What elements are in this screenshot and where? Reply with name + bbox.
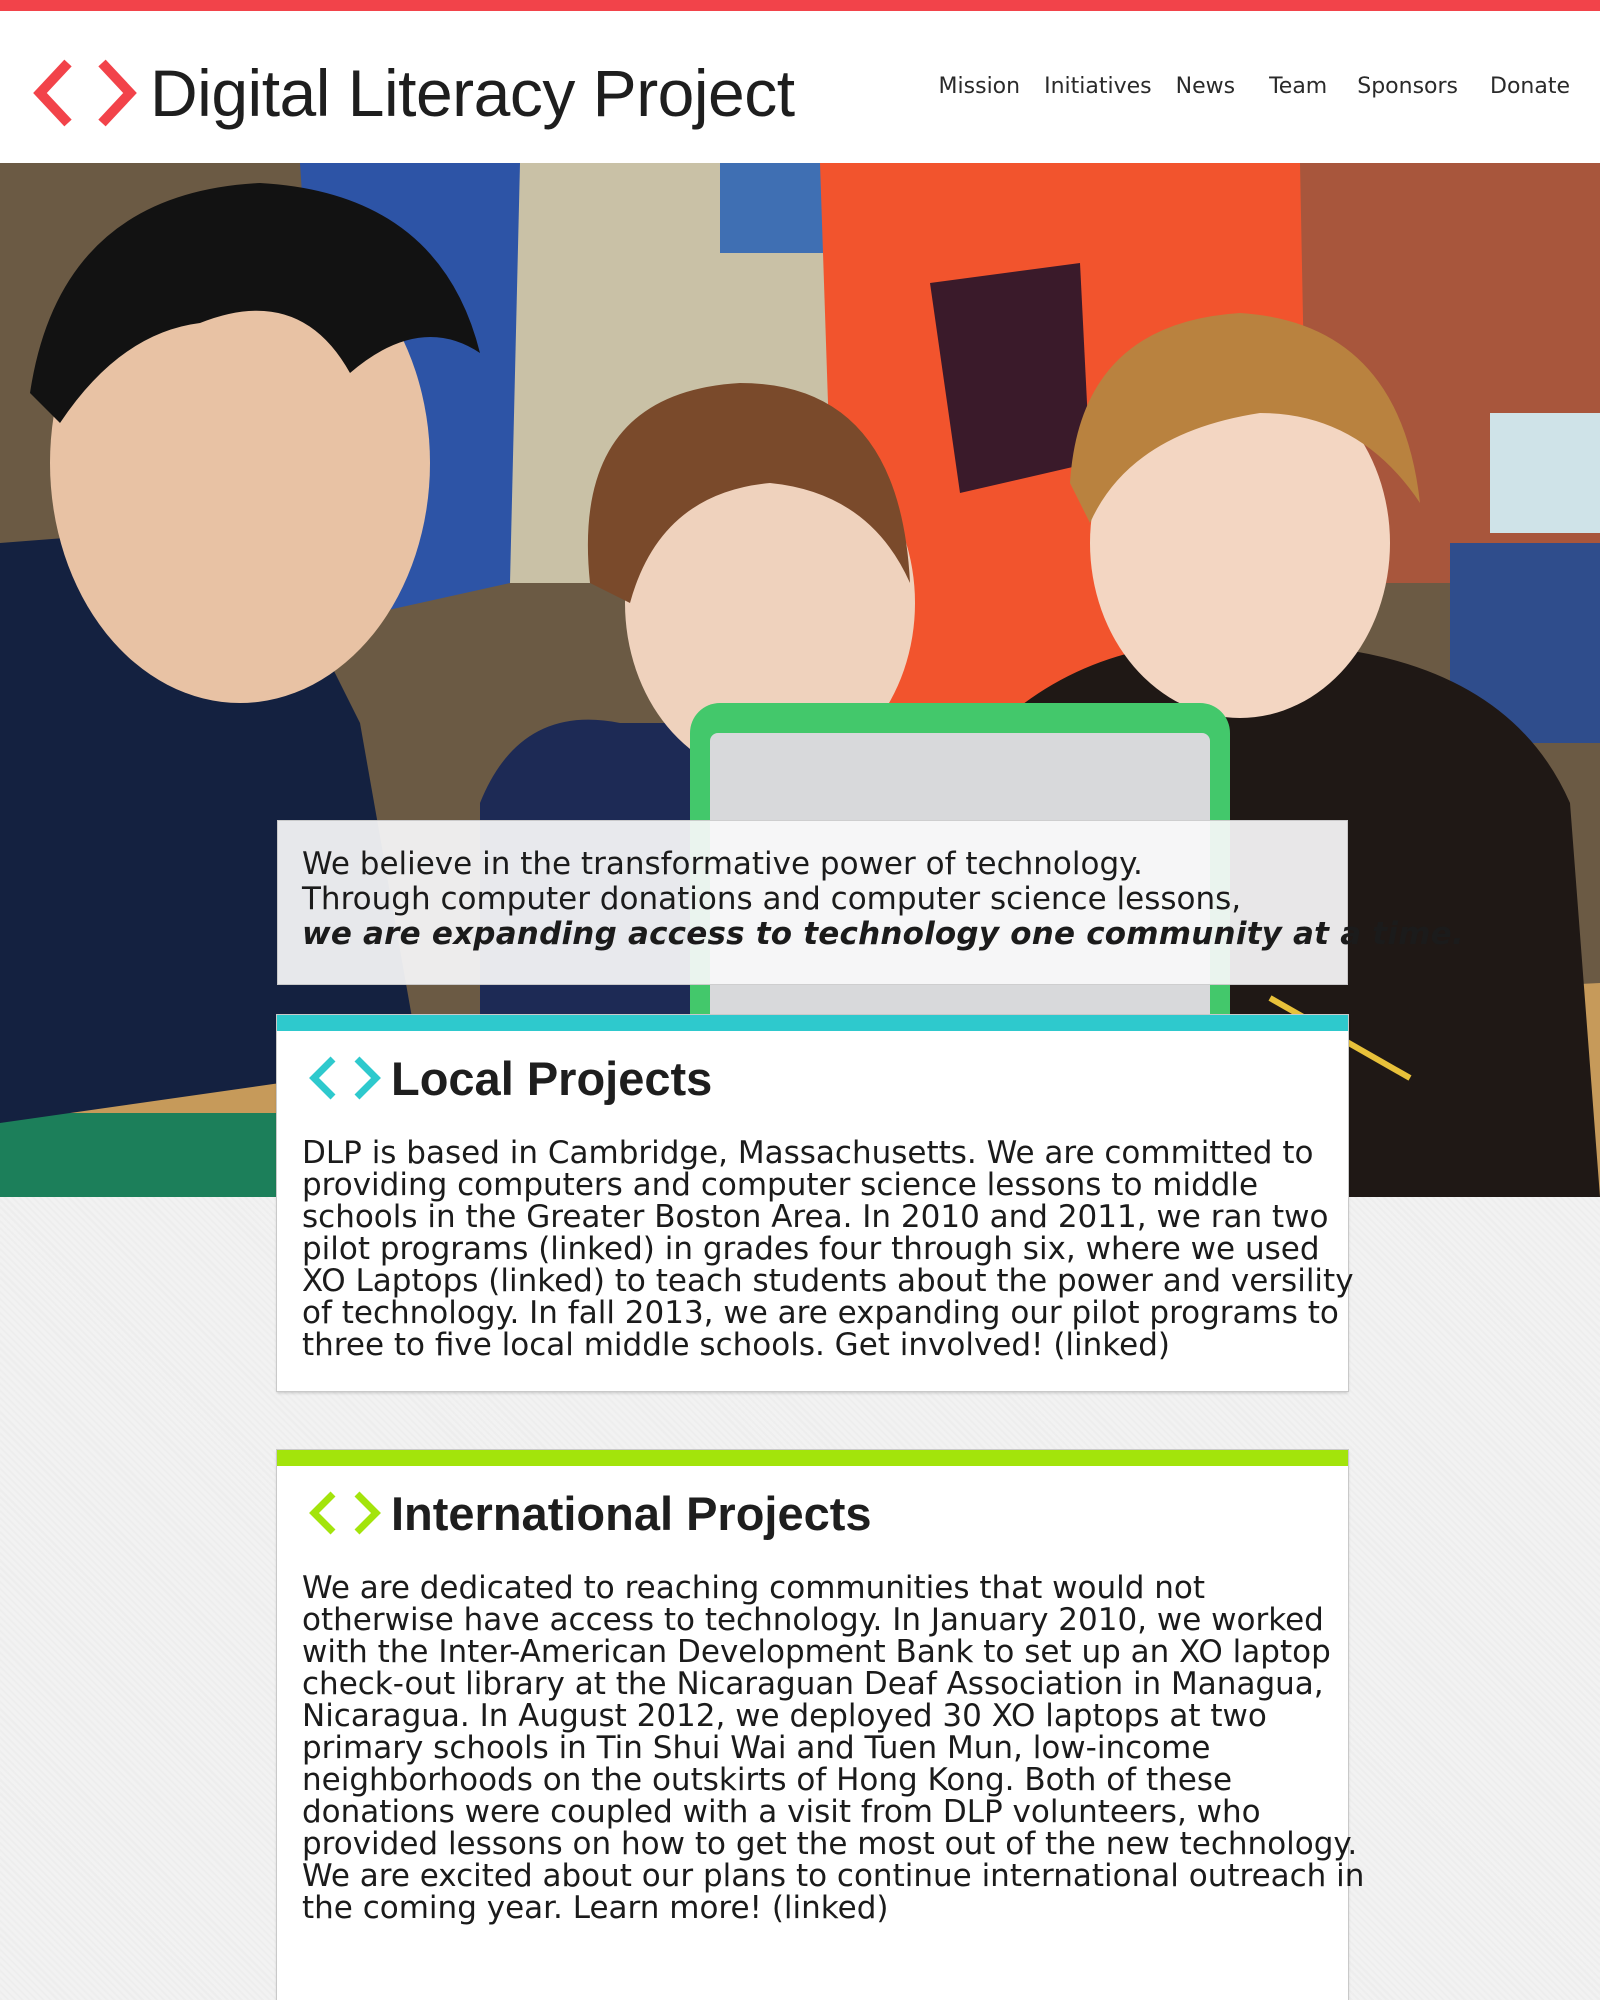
nav-mission[interactable]: Mission — [939, 74, 1021, 99]
body-line: DLP is based in Cambridge, Massachusetts… — [302, 1135, 1314, 1171]
body-line: pilot programs (linked) in grades four t… — [302, 1231, 1320, 1267]
card-header: Local Projects — [277, 1031, 1348, 1107]
angle-brackets-icon — [309, 1056, 381, 1100]
card-accent-bar — [277, 1450, 1348, 1466]
body-line: otherwise have access to technology. In … — [302, 1602, 1324, 1638]
body-line: three to five local middle schools. Get … — [302, 1327, 1170, 1363]
body-line: the coming year. Learn more! (linked) — [302, 1890, 889, 1926]
nav-initiatives[interactable]: Initiatives — [1044, 74, 1152, 99]
body-line: provided lessons on how to get the most … — [302, 1826, 1358, 1862]
body-line: providing computers and computer science… — [302, 1167, 1259, 1203]
site-title: Digital Literacy Project — [150, 56, 795, 130]
nav-sponsors[interactable]: Sponsors — [1357, 74, 1458, 99]
body-line: check-out library at the Nicaraguan Deaf… — [302, 1666, 1324, 1702]
card-accent-bar — [277, 1015, 1348, 1031]
body-line: We are dedicated to reaching communities… — [302, 1570, 1206, 1606]
nav-news[interactable]: News — [1176, 74, 1235, 99]
local-projects-title: Local Projects — [391, 1051, 713, 1105]
main-nav: Mission Initiatives News Team Sponsors D… — [915, 74, 1570, 99]
body-line: XO Laptops (linked) to teach students ab… — [302, 1263, 1354, 1299]
body-line: donations were coupled with a visit from… — [302, 1794, 1261, 1830]
top-accent-stripe — [0, 0, 1600, 11]
nav-team[interactable]: Team — [1269, 74, 1327, 99]
body-line: of technology. In fall 2013, we are expa… — [302, 1295, 1339, 1331]
tagline-line-2: Through computer donations and computer … — [302, 881, 1242, 917]
international-projects-title: International Projects — [391, 1486, 872, 1540]
site-header: Digital Literacy Project Mission Initiat… — [0, 11, 1600, 163]
body-line: Nicaragua. In August 2012, we deployed 3… — [302, 1698, 1267, 1734]
angle-brackets-icon — [33, 59, 137, 127]
body-line: We are excited about our plans to contin… — [302, 1858, 1365, 1894]
card-header: International Projects — [277, 1466, 1348, 1542]
body-line: schools in the Greater Boston Area. In 2… — [302, 1199, 1329, 1235]
tagline-box: We believe in the transformative power o… — [277, 820, 1464, 985]
international-projects-card: International Projects We are dedicated … — [277, 1450, 1365, 2000]
tagline-line-1: We believe in the transformative power o… — [302, 846, 1143, 882]
body-line: with the Inter-American Development Bank… — [302, 1634, 1331, 1670]
local-projects-body: DLP is based in Cambridge, Massachusetts… — [277, 1107, 1354, 1363]
body-line: primary schools in Tin Shui Wai and Tuen… — [302, 1730, 1211, 1766]
local-projects-card: Local Projects DLP is based in Cambridge… — [277, 1015, 1354, 1391]
angle-brackets-icon — [309, 1491, 381, 1535]
site-logo[interactable]: Digital Literacy Project — [32, 55, 795, 131]
body-line: neighborhoods on the outskirts of Hong K… — [302, 1762, 1233, 1798]
international-projects-body: We are dedicated to reaching communities… — [277, 1542, 1365, 1926]
tagline-emphasis: we are expanding access to technology on… — [302, 916, 1464, 952]
nav-donate[interactable]: Donate — [1490, 74, 1570, 99]
